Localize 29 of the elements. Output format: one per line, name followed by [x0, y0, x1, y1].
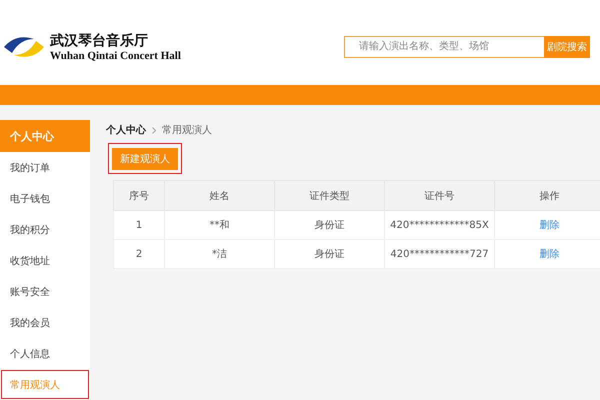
- sidebar-item[interactable]: 收货地址: [0, 245, 90, 276]
- table-cell: *洁: [164, 240, 274, 268]
- column-header: 姓名: [164, 180, 274, 210]
- table-cell: 420************85X: [384, 210, 494, 240]
- table-cell: 身份证: [274, 210, 384, 240]
- sidebar-title: 个人中心: [0, 120, 90, 152]
- breadcrumb-item: 常用观演人: [162, 124, 212, 137]
- sidebar-item[interactable]: 我的会员: [0, 307, 90, 338]
- sidebar-item[interactable]: 电子钱包: [0, 183, 90, 214]
- column-header: 序号: [114, 180, 164, 210]
- column-header: 证件类型: [274, 180, 384, 210]
- logo-subtitle: Wuhan Qintai Concert Hall: [50, 50, 181, 62]
- table-cell: 1: [114, 210, 164, 240]
- chevron-icon: [152, 126, 156, 134]
- column-header: 证件号: [384, 180, 494, 210]
- breadcrumb-item[interactable]: 个人中心: [106, 123, 146, 137]
- sidebar-item[interactable]: 个人信息: [0, 338, 90, 369]
- sidebar-item[interactable]: 我的订单: [0, 152, 90, 183]
- sidebar-item[interactable]: 我的积分: [0, 214, 90, 245]
- table-cell: 420************727: [384, 240, 494, 268]
- logo-title: 武汉琴台音乐厅: [50, 32, 149, 50]
- delete-link[interactable]: 删除: [540, 220, 560, 231]
- table-cell: 身份证: [274, 240, 384, 268]
- table-cell: 2: [114, 240, 164, 268]
- sidebar-item[interactable]: 账号安全: [0, 276, 90, 307]
- column-header: 操作: [494, 180, 600, 210]
- delete-link[interactable]: 删除: [540, 249, 560, 260]
- search-field[interactable]: 请输入演出名称、类型、场馆: [344, 36, 544, 58]
- table-cell: **和: [164, 210, 274, 240]
